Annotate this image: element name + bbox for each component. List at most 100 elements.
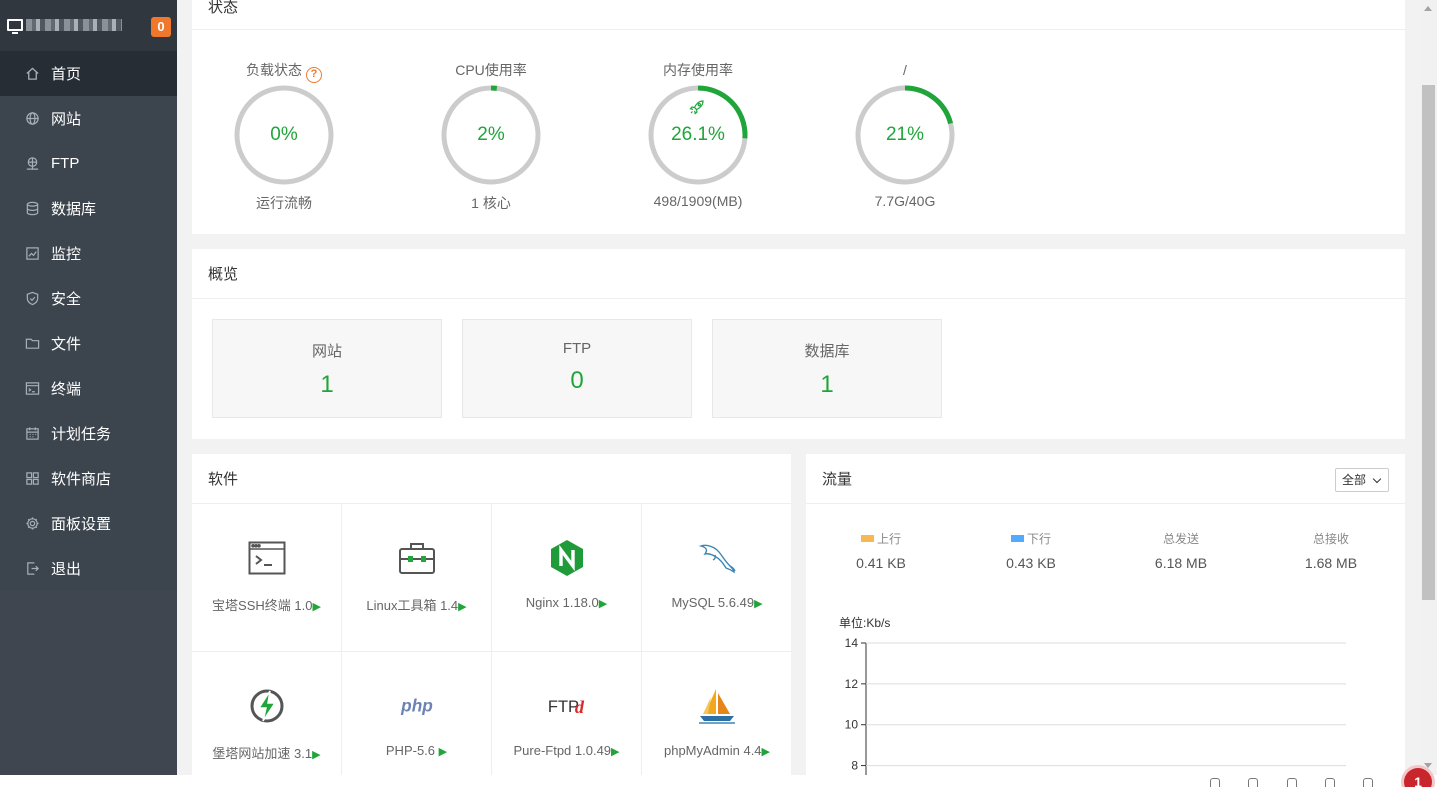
sidebar-item-shield[interactable]: 安全 xyxy=(0,276,177,321)
sidebar-item-label: 软件商店 xyxy=(51,471,112,488)
toolbox-icon[interactable] xyxy=(397,538,437,578)
sidebar-item-label: 计划任务 xyxy=(51,426,112,443)
sidebar-item-label: FTP xyxy=(51,155,80,172)
mysql-dolphin-icon[interactable] xyxy=(697,538,737,578)
software-name[interactable]: Pure-Ftpd 1.0.49▶ xyxy=(492,743,641,758)
sidebar-item-label: 终端 xyxy=(51,381,82,398)
sidebar-item-label: 退出 xyxy=(51,561,82,578)
gauge-ring[interactable]: 2% xyxy=(439,83,543,187)
tray-icon[interactable] xyxy=(1248,778,1258,787)
traffic-stat-label: 总发送 xyxy=(1162,532,1199,546)
server-header[interactable]: 0 xyxy=(0,0,177,51)
sidebar-item-ftp[interactable]: FTP xyxy=(0,141,177,186)
scroll-up-arrow-icon[interactable] xyxy=(1424,6,1432,11)
software-name[interactable]: 堡塔网站加速 3.1▶ xyxy=(192,743,341,762)
overview-box[interactable]: 网站 1 xyxy=(212,319,442,418)
gauge-detail: 498/1909(MB) xyxy=(653,193,743,209)
page-scrollbar[interactable] xyxy=(1420,0,1437,775)
sidebar-item-database[interactable]: 数据库 xyxy=(0,186,177,231)
traffic-stat-label: 上行 xyxy=(876,532,901,546)
overview-box[interactable]: FTP 0 xyxy=(462,319,692,418)
help-icon[interactable]: ? xyxy=(306,67,322,83)
database-icon xyxy=(24,201,40,217)
tray-icon[interactable] xyxy=(1363,778,1373,787)
sidebar-item-label: 网站 xyxy=(51,111,82,128)
gauge-value: 0% xyxy=(270,124,298,145)
taskbar-strip xyxy=(0,775,1437,787)
software-name[interactable]: Linux工具箱 1.4▶ xyxy=(342,595,491,614)
gauge-ring[interactable]: 26.1% xyxy=(646,83,750,187)
sidebar-item-folder[interactable]: 文件 xyxy=(0,321,177,366)
legend-swatch xyxy=(860,535,874,542)
traffic-stat: 上行 0.41 KB xyxy=(806,530,956,571)
play-icon[interactable]: ▶ xyxy=(754,598,762,610)
gauge-detail: 运行流畅 xyxy=(256,195,312,211)
play-icon[interactable]: ▶ xyxy=(458,601,466,613)
sidebar-item-monitor[interactable]: 监控 xyxy=(0,231,177,276)
y-tick-label: 10 xyxy=(845,718,859,732)
overview-count[interactable]: 0 xyxy=(463,367,691,395)
sidebar-item-home[interactable]: 首页 xyxy=(0,51,177,96)
status-panel: 状态 负载状态? 0% 运行流畅 CPU使用率 2% 1 核心 内存使用率 26.1% 498/… xyxy=(192,0,1405,234)
software-item[interactable]: php PHP-5.6 ▶ xyxy=(342,652,492,775)
sidebar-item-globe[interactable]: 网站 xyxy=(0,96,177,141)
play-icon[interactable]: ▶ xyxy=(599,598,607,610)
overview-box[interactable]: 数据库 1 xyxy=(712,319,942,418)
traffic-stat-value: 1.68 MB xyxy=(1304,555,1358,571)
traffic-filter-select[interactable]: 全部 xyxy=(1335,468,1389,492)
play-icon[interactable]: ▶ xyxy=(611,746,619,758)
overview-count[interactable]: 1 xyxy=(213,371,441,399)
sidebar: 0 首页网站 FTP 数据库监控安全 文件终端计划任务软件商店面板设置退出 xyxy=(0,0,177,775)
software-item[interactable]: 堡塔网站加速 3.1▶ xyxy=(192,652,342,775)
sidebar-item-calendar[interactable]: 计划任务 xyxy=(0,411,177,456)
calendar-icon xyxy=(24,426,40,442)
play-icon[interactable]: ▶ xyxy=(439,746,447,758)
message-badge[interactable]: 0 xyxy=(151,17,171,37)
software-name[interactable]: phpMyAdmin 4.4▶ xyxy=(642,743,792,758)
software-name[interactable]: PHP-5.6 ▶ xyxy=(342,743,491,758)
software-label: phpMyAdmin 4.4 xyxy=(663,743,762,758)
play-icon[interactable]: ▶ xyxy=(312,749,320,761)
ftpd-icon[interactable]: FTP d xyxy=(547,686,587,726)
home-icon xyxy=(24,66,40,82)
software-name[interactable]: MySQL 5.6.49▶ xyxy=(642,595,792,610)
overview-count[interactable]: 1 xyxy=(713,371,941,399)
status-gauge: CPU使用率 2% 1 核心 xyxy=(431,60,551,213)
gauge-ring[interactable]: 0% xyxy=(232,83,336,187)
traffic-stat: 下行 0.43 KB xyxy=(956,530,1106,571)
scrollbar-thumb[interactable] xyxy=(1422,85,1435,600)
overview-label: 数据库 xyxy=(804,343,850,360)
tray-icon[interactable] xyxy=(1210,778,1220,787)
play-icon[interactable]: ▶ xyxy=(312,601,320,613)
software-item[interactable]: Linux工具箱 1.4▶ xyxy=(342,504,492,652)
nginx-icon[interactable] xyxy=(547,538,587,578)
software-label: MySQL 5.6.49 xyxy=(671,595,755,610)
overview-label: 网站 xyxy=(311,343,342,360)
software-item[interactable]: FTP d Pure-Ftpd 1.0.49▶ xyxy=(492,652,642,775)
terminal-window-icon[interactable] xyxy=(247,538,287,578)
play-icon[interactable]: ▶ xyxy=(762,746,770,758)
sidebar-item-terminal[interactable]: 终端 xyxy=(0,366,177,411)
software-item[interactable]: phpMyAdmin 4.4▶ xyxy=(642,652,792,775)
sailboat-icon[interactable] xyxy=(697,686,737,726)
tray-icon[interactable] xyxy=(1325,778,1335,787)
software-item[interactable]: MySQL 5.6.49▶ xyxy=(642,504,792,652)
software-item[interactable]: Nginx 1.18.0▶ xyxy=(492,504,642,652)
status-panel-title: 状态 xyxy=(192,0,1405,30)
software-item[interactable]: 宝塔SSH终端 1.0▶ xyxy=(192,504,342,652)
software-name[interactable]: Nginx 1.18.0▶ xyxy=(492,595,641,610)
lightning-icon[interactable] xyxy=(247,686,287,726)
traffic-stat-value: 0.43 KB xyxy=(1006,555,1056,571)
sidebar-item-grid[interactable]: 软件商店 xyxy=(0,456,177,501)
php-icon[interactable]: php xyxy=(397,686,437,726)
tray-icon[interactable] xyxy=(1287,778,1297,787)
software-name[interactable]: 宝塔SSH终端 1.0▶ xyxy=(192,595,341,614)
gauge-ring[interactable]: 21% xyxy=(853,83,957,187)
sidebar-item-gear[interactable]: 面板设置 xyxy=(0,501,177,546)
scroll-down-arrow-icon[interactable] xyxy=(1424,763,1432,768)
legend-swatch xyxy=(1010,535,1024,542)
sidebar-item-label: 监控 xyxy=(51,246,82,263)
sidebar-nav: 首页网站 FTP 数据库监控安全 文件终端计划任务软件商店面板设置退出 xyxy=(0,51,177,591)
sidebar-item-logout[interactable]: 退出 xyxy=(0,546,177,591)
traffic-panel-title: 流量 xyxy=(806,454,1405,504)
